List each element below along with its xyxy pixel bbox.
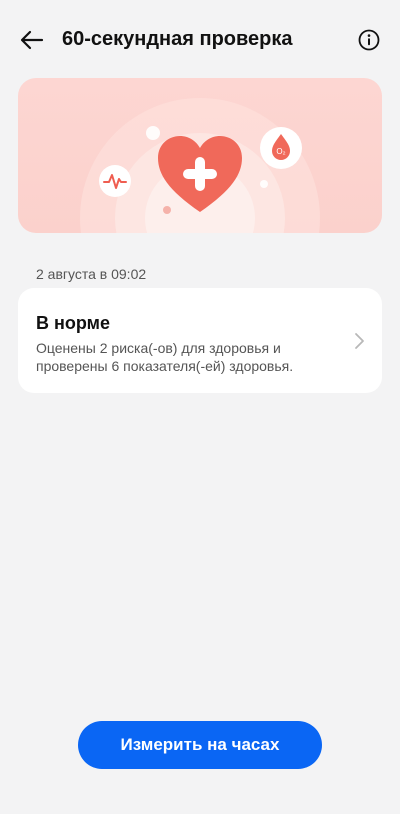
measure-on-watch-button[interactable]: Измерить на часах [78,721,322,769]
result-card[interactable]: В норме Оценены 2 риска(-ов) для здоровь… [18,288,382,393]
result-description: Оценены 2 риска(-ов) для здоровья и пров… [36,340,294,374]
info-circle-icon [358,29,380,51]
heartbeat-icon [99,165,131,197]
info-button[interactable] [356,27,382,53]
health-banner: O₂ [18,78,382,233]
result-status: В норме [36,313,110,333]
oxygen-label: O₂ [276,147,285,156]
blood-oxygen-icon: O₂ [260,127,302,169]
arrow-left-icon [20,30,44,50]
page-title: 60-секундная проверка [62,28,293,50]
chevron-right-icon [355,333,364,349]
back-button[interactable] [16,24,48,56]
app-header: 60-секундная проверка [0,0,400,80]
result-date: 2 августа в 09:02 [36,266,147,282]
